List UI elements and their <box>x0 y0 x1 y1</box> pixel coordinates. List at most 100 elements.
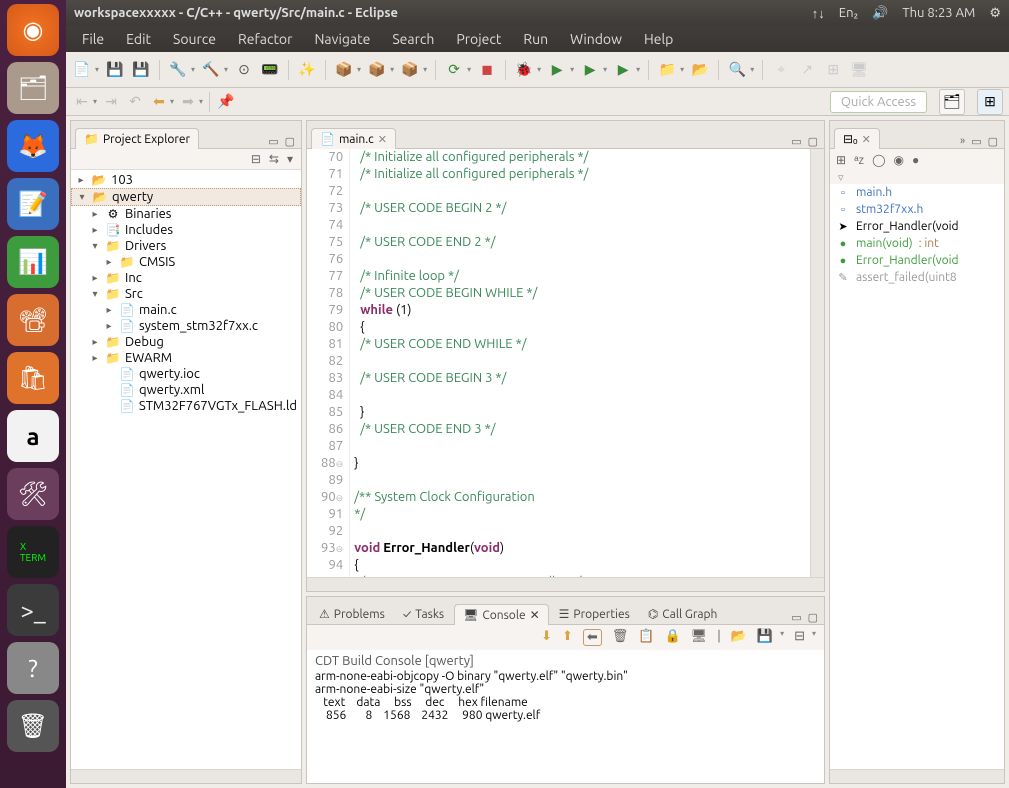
minimize-icon[interactable]: ▭ <box>268 135 278 148</box>
debug-icon[interactable]: 🐞 <box>514 60 534 80</box>
minimize-icon[interactable]: ▭ <box>791 135 801 148</box>
maximize-icon[interactable]: ▢ <box>285 135 295 148</box>
outline-tab[interactable]: ⊟ₒ ✕ <box>834 128 880 149</box>
hammer-icon[interactable]: 🔨 <box>201 60 221 80</box>
switch-icon[interactable]: ⊟ <box>794 629 805 646</box>
minimize-icon[interactable]: ▭ <box>971 135 981 148</box>
menu-file[interactable]: File <box>72 28 114 50</box>
tree-item[interactable]: ▸📁Debug <box>71 334 301 350</box>
scroll-lock-icon[interactable]: 🔒 <box>664 629 680 646</box>
prev-icon[interactable]: ↶ <box>125 92 145 112</box>
az-icon[interactable]: ᵃz <box>854 153 864 167</box>
minimize-icon[interactable]: ▭ <box>791 611 801 624</box>
tab-problems[interactable]: ⚠Problems <box>311 604 393 624</box>
console-output[interactable]: CDT Build Console [qwerty] arm-none-eabi… <box>307 650 824 783</box>
open-perspective-icon[interactable]: 🗂 <box>939 89 965 115</box>
clear-icon[interactable]: 📋 <box>638 629 654 646</box>
save-console-icon[interactable]: 💾 <box>757 629 773 646</box>
tree-item[interactable]: ▸📄main.c <box>71 302 301 318</box>
sound-icon[interactable]: 🔊 <box>872 6 888 21</box>
tree-item[interactable]: ▾📁Src <box>71 286 301 302</box>
tree-item[interactable]: 📄qwerty.xml <box>71 382 301 398</box>
settings-icon[interactable]: 🛠 <box>7 468 59 520</box>
tree-item[interactable]: 📄STM32F767VGTx_FLASH.ld <box>71 398 301 414</box>
box2-icon[interactable]: 📦 <box>367 60 387 80</box>
view-menu-icon[interactable]: ▾ <box>287 152 293 166</box>
network-icon[interactable]: ↑↓ <box>812 6 825 21</box>
tree-item[interactable]: ▸📂103 <box>71 172 301 188</box>
tree-item[interactable]: ▾📁Drivers <box>71 238 301 254</box>
remove-icon[interactable]: 🗑 <box>612 629 629 646</box>
outline-item[interactable]: ✎assert_failed(uint8 <box>830 269 1004 286</box>
libreoffice-writer-icon[interactable]: 📝 <box>7 178 59 230</box>
box1-icon[interactable]: 📦 <box>334 60 354 80</box>
firefox-icon[interactable]: 🦊 <box>7 120 59 172</box>
menu-navigate[interactable]: Navigate <box>304 28 380 50</box>
new-icon[interactable]: 📄 <box>72 60 92 80</box>
collapse-icon[interactable]: ⇤ <box>72 92 92 112</box>
link-icon[interactable]: ⇆ <box>269 152 279 166</box>
c-perspective-icon[interactable]: ⊞ <box>977 89 1003 115</box>
xterm-icon[interactable]: XTERM <box>7 526 59 578</box>
code-editor[interactable]: 70717273747576777879808182838485868788⊖8… <box>307 149 810 577</box>
clock[interactable]: Thu 8:23 AM <box>902 6 975 21</box>
tree-item[interactable]: ▸📑Includes <box>71 222 301 238</box>
build-icon[interactable]: 🔧 <box>168 60 188 80</box>
save-all-icon[interactable]: 💾 <box>131 60 151 80</box>
outline-item[interactable]: ●Error_Handler(void <box>830 252 1004 269</box>
scrollbar-v[interactable] <box>810 149 824 577</box>
tab-console[interactable]: 🖥Console ✕ <box>454 604 549 625</box>
menu-run[interactable]: Run <box>513 28 558 50</box>
run-icon[interactable]: ▶ <box>547 60 567 80</box>
tab-tasks[interactable]: ✓Tasks <box>395 605 452 624</box>
help-icon[interactable]: ? <box>7 642 59 694</box>
terminal-icon[interactable]: >_ <box>7 584 59 636</box>
menu-search[interactable]: Search <box>382 28 444 50</box>
toggle2-icon[interactable]: ↗ <box>797 60 817 80</box>
session-gear-icon[interactable]: ⚙ <box>989 6 1001 21</box>
new-class-icon[interactable]: 📁 <box>657 60 677 80</box>
pin-console-icon[interactable]: ⬅ <box>583 629 602 646</box>
display-icon[interactable]: 🖥 <box>691 629 708 646</box>
sort-icon[interactable]: ⊞ <box>836 153 846 167</box>
libreoffice-impress-icon[interactable]: 📽 <box>7 294 59 346</box>
wand-icon[interactable]: ✨ <box>297 60 317 80</box>
tree-item[interactable]: 📄qwerty.ioc <box>71 366 301 382</box>
menu-source[interactable]: Source <box>163 28 226 50</box>
target-icon[interactable]: ⊙ <box>234 60 254 80</box>
coverage-icon[interactable]: ▶ <box>613 60 633 80</box>
binary-icon[interactable]: 📟 <box>260 60 280 80</box>
search-icon[interactable]: 🔍 <box>727 60 747 80</box>
collapse-all-icon[interactable]: ⊟ <box>251 152 261 166</box>
scrollbar-h[interactable] <box>71 769 301 783</box>
menu-refactor[interactable]: Refactor <box>228 28 302 50</box>
hide-fields-icon[interactable]: ◯ <box>872 153 885 167</box>
open-type-icon[interactable]: 📂 <box>690 60 710 80</box>
box3-icon[interactable]: 📦 <box>400 60 420 80</box>
hide-nonpublic-icon[interactable]: ● <box>912 153 919 167</box>
trash-icon[interactable]: 🗑 <box>7 700 59 752</box>
editor-tab-main-c[interactable]: 📄 main.c ✕ <box>311 128 396 149</box>
project-tree[interactable]: ▸📂103▾📂qwerty▸⚙Binaries▸📑Includes▾📁Drive… <box>71 170 301 769</box>
outline-item[interactable]: ➤Error_Handler(void <box>830 218 1004 235</box>
expand-icon[interactable]: ⇥ <box>101 92 121 112</box>
libreoffice-calc-icon[interactable]: 📊 <box>7 236 59 288</box>
toggle1-icon[interactable]: ⌖ <box>771 60 791 80</box>
toggle3-icon[interactable]: ⊞ <box>823 60 843 80</box>
amazon-icon[interactable]: a <box>7 410 59 462</box>
files-icon[interactable]: 🗂 <box>7 62 59 114</box>
tree-item[interactable]: ▸📁Inc <box>71 270 301 286</box>
outline-item[interactable]: ●main(void) : int <box>830 235 1004 252</box>
open-icon[interactable]: 📂 <box>731 629 747 646</box>
menu-help[interactable]: Help <box>634 28 683 50</box>
prev-console-icon[interactable]: ⬇ <box>541 629 552 646</box>
close-icon[interactable]: ✕ <box>378 133 387 146</box>
pin-icon[interactable]: 📌 <box>216 92 236 112</box>
outline-item[interactable]: ▫main.h <box>830 184 1004 201</box>
close-icon[interactable]: ✕ <box>862 133 871 146</box>
outline-item[interactable]: ▫stm32f7xx.h <box>830 201 1004 218</box>
refresh-icon[interactable]: ⟳ <box>444 60 464 80</box>
hide-static-icon[interactable]: ◉ <box>894 153 904 167</box>
project-explorer-tab[interactable]: 📁 Project Explorer <box>75 128 199 149</box>
maximize-icon[interactable]: ▢ <box>808 611 818 624</box>
